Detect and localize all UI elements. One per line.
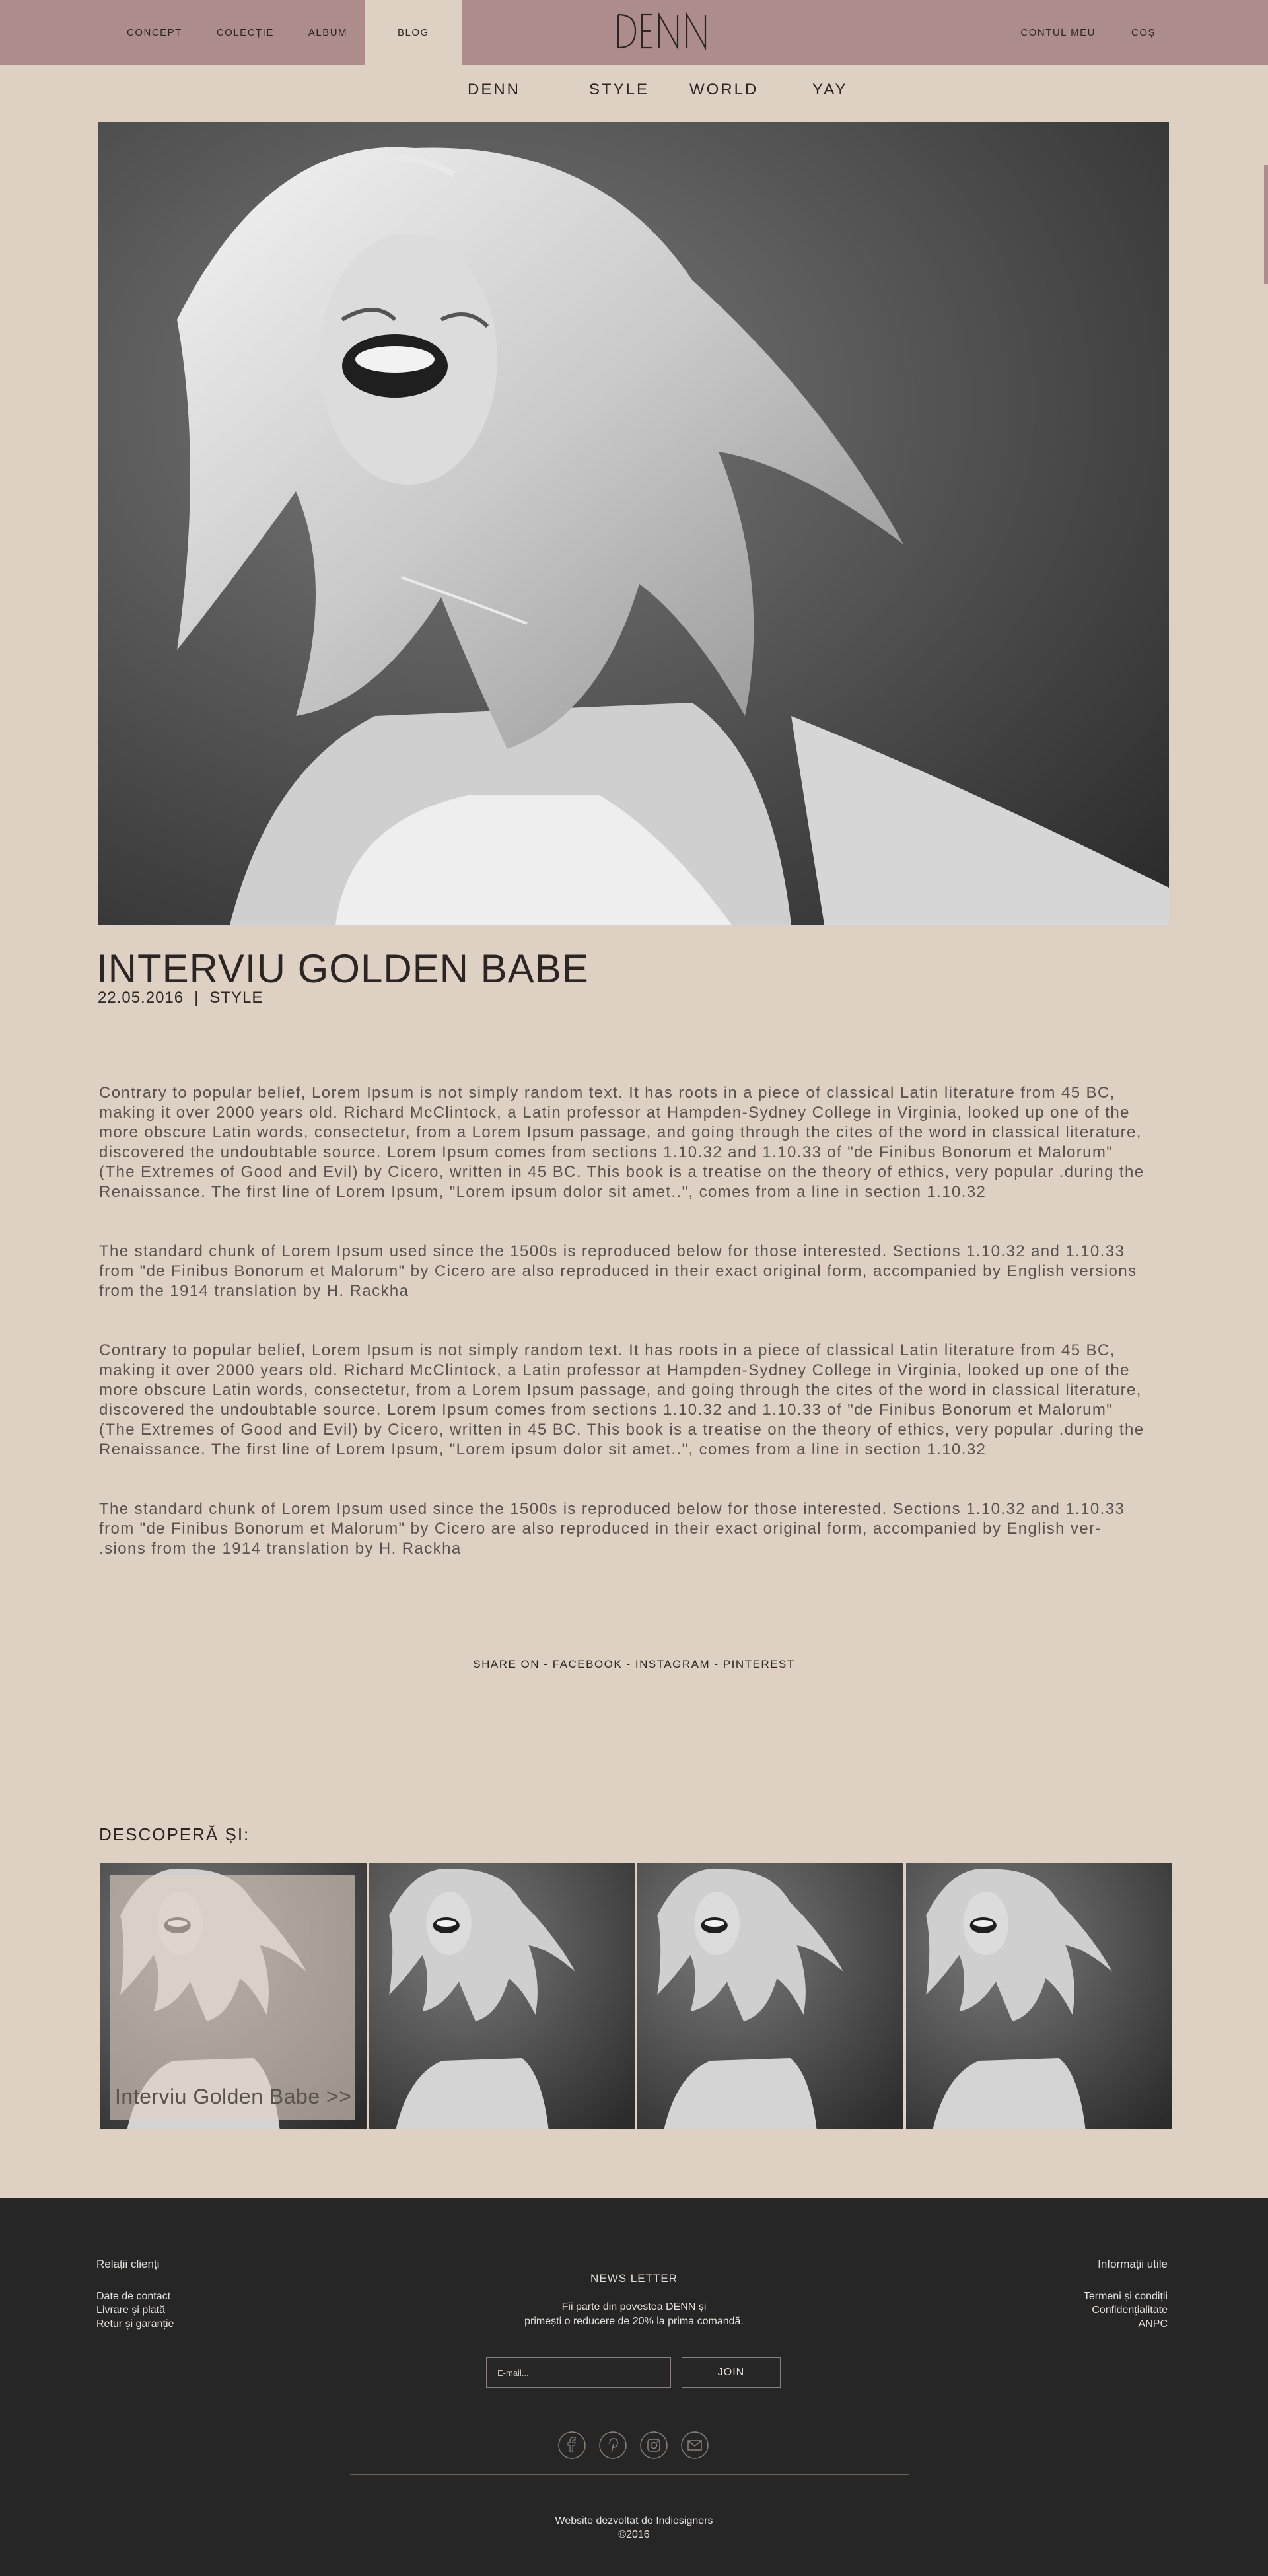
related-post-card[interactable] — [905, 1863, 1172, 2129]
article-paragraph: Contrary to popular belief, Lorem Ipsum … — [99, 1342, 1145, 1458]
category-denn[interactable]: DENN — [468, 81, 520, 99]
share-prefix: SHARE ON — [473, 1658, 540, 1670]
category-world[interactable]: WORLD — [689, 81, 758, 99]
scrollbar-thumb[interactable] — [1264, 165, 1268, 284]
credit-line[interactable]: Website dezvoltat de Indiesigners — [0, 2514, 1268, 2528]
related-post-photo — [905, 1863, 1172, 2129]
article-paragraph: Contrary to popular belief, Lorem Ipsum … — [99, 1084, 1145, 1201]
share-pinterest-link[interactable]: PINTEREST — [723, 1658, 795, 1670]
main-nav: CONCEPT COLECȚIE ALBUM BLOG — [110, 0, 462, 65]
site-header: CONCEPT COLECȚIE ALBUM BLOG CONTUL MEU C… — [0, 0, 1268, 65]
nav-my-account[interactable]: CONTUL MEU — [1020, 27, 1096, 38]
related-post-photo — [369, 1863, 635, 2129]
related-post-photo — [637, 1863, 903, 2129]
footer-heading: Informații utile — [1098, 2258, 1168, 2270]
share-bar: SHARE ON - FACEBOOK - INSTAGRAM - PINTER… — [0, 1658, 1268, 1671]
share-dash: - — [714, 1658, 719, 1670]
hero-image — [98, 122, 1169, 925]
newsletter-line: primești o reducere de 20% la prima coma… — [524, 2316, 744, 2327]
copyright: ©2016 — [618, 2529, 650, 2540]
discover-heading: DESCOPERĂ ȘI: — [99, 1824, 250, 1844]
article-paragraph: The standard chunk of Lorem Ipsum used s… — [99, 1500, 1125, 1557]
mail-icon[interactable] — [680, 2431, 709, 2460]
newsletter-text: Fii parte din povestea DENN și primești … — [0, 2300, 1268, 2329]
site-footer: Relații clienți Date de contact Livrare … — [0, 2198, 1268, 2576]
footer-link-anpc[interactable]: ANPC — [1084, 2317, 1168, 2331]
footer-divider — [350, 2474, 909, 2475]
related-post-caption[interactable]: Interviu Golden Babe >> — [115, 2085, 351, 2109]
share-dash: - — [544, 1658, 549, 1670]
footer-link-terms[interactable]: Termeni și condiții — [1084, 2289, 1168, 2303]
related-post-card[interactable] — [369, 1863, 635, 2129]
denn-logo-mark — [617, 11, 707, 51]
social-links — [557, 2431, 709, 2460]
newsletter-line: Fii parte din povestea DENN și — [561, 2301, 707, 2312]
related-post-card[interactable]: Interviu Golden Babe >> — [100, 1863, 367, 2129]
nav-colectie[interactable]: COLECȚIE — [199, 0, 291, 65]
instagram-icon[interactable] — [639, 2431, 668, 2460]
newsletter-title: NEWS LETTER — [590, 2272, 678, 2285]
footer-heading: Relații clienți — [96, 2258, 160, 2270]
hero-photo — [98, 122, 1169, 925]
post-date: 22.05.2016 — [98, 989, 184, 1007]
facebook-icon[interactable] — [557, 2431, 586, 2460]
category-nav: DENN STYLE WORLD YAY — [0, 81, 1268, 108]
share-dash: - — [626, 1658, 631, 1670]
denn-logo[interactable] — [616, 11, 711, 51]
meta-separator: | — [194, 989, 199, 1007]
article-paragraph: The standard chunk of Lorem Ipsum used s… — [99, 1242, 1137, 1300]
newsletter-join-button[interactable]: JOIN — [682, 2357, 781, 2388]
article-body: Contrary to popular belief, Lorem Ipsum … — [99, 1083, 1146, 1598]
footer-credit: Website dezvoltat de Indiesigners ©2016 — [0, 2514, 1268, 2542]
post-title: INTERVIU GOLDEN BABE — [96, 947, 589, 991]
related-posts: Interviu Golden Babe >> — [100, 1863, 1172, 2129]
newsletter-email-input[interactable] — [486, 2357, 671, 2388]
nav-album[interactable]: ALBUM — [291, 0, 365, 65]
newsletter-form: JOIN — [486, 2357, 781, 2388]
nav-concept[interactable]: CONCEPT — [110, 0, 199, 65]
pinterest-icon[interactable] — [598, 2431, 627, 2460]
related-post-card[interactable] — [637, 1863, 903, 2129]
category-style[interactable]: STYLE — [589, 81, 649, 99]
account-nav: CONTUL MEU COȘ — [1020, 0, 1156, 65]
footer-useful-info: Informații utile Termeni și condiții Con… — [1084, 2258, 1168, 2331]
footer-link-privacy[interactable]: Confidențialitate — [1084, 2303, 1168, 2317]
share-instagram-link[interactable]: INSTAGRAM — [635, 1658, 710, 1670]
post-meta: 22.05.2016 | STYLE — [98, 989, 263, 1007]
category-yay[interactable]: YAY — [812, 81, 847, 99]
hover-overlay — [110, 1875, 355, 2120]
nav-cart[interactable]: COȘ — [1131, 27, 1156, 38]
post-category-link[interactable]: STYLE — [209, 989, 263, 1007]
nav-blog[interactable]: BLOG — [365, 0, 462, 65]
share-facebook-link[interactable]: FACEBOOK — [553, 1658, 623, 1670]
